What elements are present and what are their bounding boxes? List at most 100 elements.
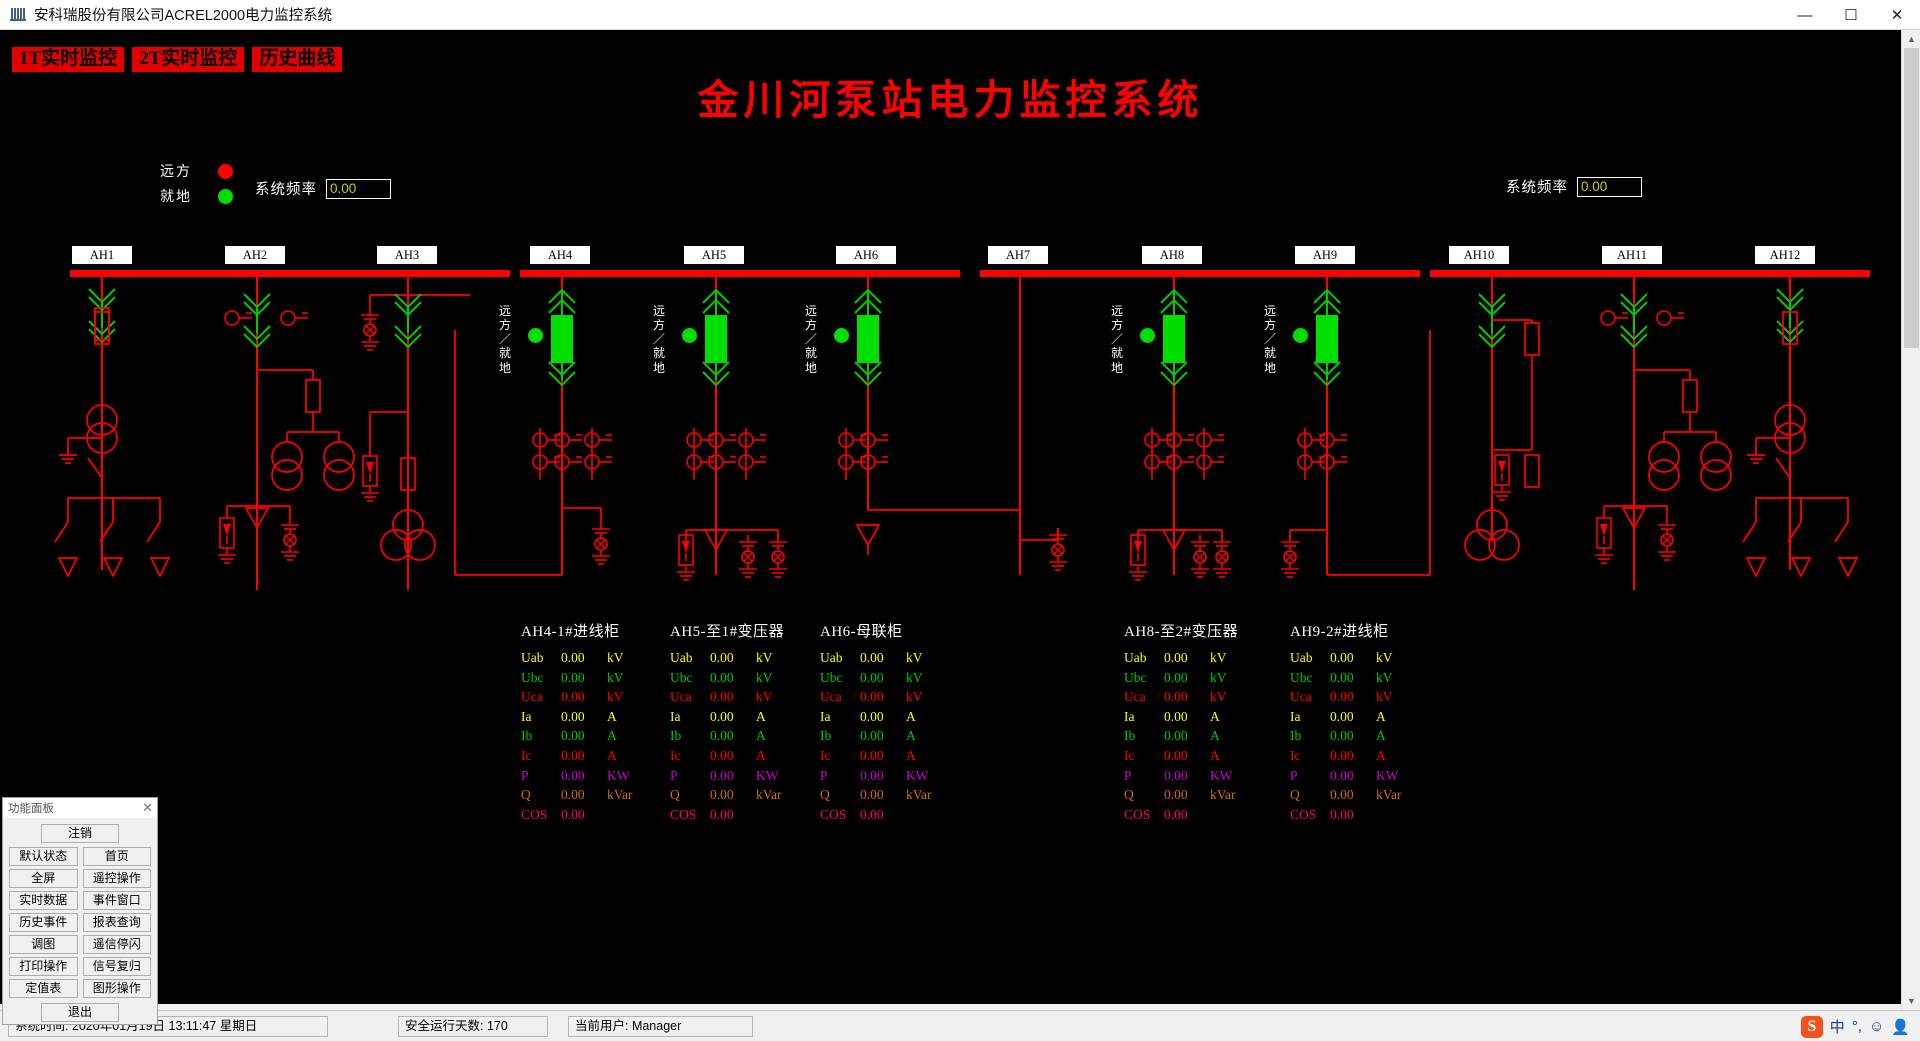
signal-reset-button[interactable]: 信号复归 xyxy=(82,957,151,976)
remote-control-button[interactable]: 遥控操作 xyxy=(82,869,151,888)
measure-key: Q xyxy=(820,787,830,803)
measure-row-ia: Ia 0.00 A xyxy=(1124,709,1238,729)
realtime-data-button[interactable]: 实时数据 xyxy=(9,891,78,910)
exit-button-wrap: 退出 xyxy=(9,1003,151,1022)
history-events-button[interactable]: 历史事件 xyxy=(9,913,78,932)
bay-ah4[interactable] xyxy=(454,273,613,576)
measure-row-cos: COS 0.00 xyxy=(820,807,932,827)
measure-row-uab: Uab 0.00 kV xyxy=(1290,650,1402,670)
bay-ah12[interactable] xyxy=(1742,273,1858,577)
measure-unit: kV xyxy=(906,689,923,705)
measure-unit: kV xyxy=(1210,650,1227,665)
measure-unit: kV xyxy=(1210,689,1227,705)
measure-key: Ic xyxy=(1290,747,1301,763)
fullscreen-button[interactable]: 全屏 xyxy=(9,869,78,888)
measure-unit: A xyxy=(607,708,617,724)
measure-row-q: Q 0.00 kVar xyxy=(1124,787,1238,807)
bay-ah9[interactable] xyxy=(1280,273,1431,578)
measure-value: 0.00 xyxy=(860,689,884,705)
sogou-ime-icon[interactable]: S xyxy=(1800,1015,1823,1038)
measure-value: 0.00 xyxy=(860,747,884,763)
measure-value: 0.00 xyxy=(1330,689,1354,705)
adjust-diagram-button[interactable]: 调图 xyxy=(9,935,78,954)
measure-row-uab: Uab 0.00 kV xyxy=(670,650,784,670)
measure-key: Uca xyxy=(521,689,543,705)
setting-table-button[interactable]: 定值表 xyxy=(9,979,78,998)
measure-value: 0.00 xyxy=(710,747,734,763)
breaker-indicator-ah5[interactable] xyxy=(682,328,697,343)
emoji-icon[interactable]: ☺ xyxy=(1869,1018,1884,1035)
panel-title: AH4-1#进线柜 xyxy=(521,624,620,640)
measure-key: Ubc xyxy=(1124,669,1147,685)
measure-row-ia: Ia 0.00 A xyxy=(670,709,784,729)
punctuation-icon[interactable]: °, xyxy=(1852,1018,1862,1035)
measure-unit: KW xyxy=(756,767,779,783)
measure-value: 0.00 xyxy=(860,806,884,822)
scroll-down-arrow[interactable]: ▼ xyxy=(1902,992,1920,1010)
bay-ah2[interactable] xyxy=(217,273,355,590)
tab-history-curve[interactable]: 历史曲线 xyxy=(252,47,343,72)
measure-unit: A xyxy=(1376,728,1386,744)
breaker-indicator-ah4[interactable] xyxy=(528,328,543,343)
exit-button[interactable]: 退出 xyxy=(41,1003,119,1022)
breaker-symbol-ah4[interactable] xyxy=(551,315,573,363)
vertical-scrollbar[interactable]: ▲ ▼ xyxy=(1901,30,1920,1010)
bay-ah3[interactable] xyxy=(360,273,470,590)
bay-ah10[interactable] xyxy=(1464,273,1540,561)
default-state-button[interactable]: 默认状态 xyxy=(9,847,78,866)
measure-unit: A xyxy=(607,728,617,744)
measure-key: Uca xyxy=(670,689,692,705)
graphic-operation-button[interactable]: 图形操作 xyxy=(82,979,151,998)
breaker-symbol-ah8[interactable] xyxy=(1163,315,1185,363)
bay-ah7[interactable] xyxy=(1019,273,1068,575)
measure-key: Uab xyxy=(1124,650,1147,665)
breaker-indicator-ah8[interactable] xyxy=(1140,328,1155,343)
measure-value: 0.00 xyxy=(1164,747,1188,763)
measure-unit: kV xyxy=(756,669,773,685)
measurement-panel-ah5: AH5-至1#变压器 Uab 0.00 kV Ubc 0.00 kV Uca 0.00 kV… xyxy=(670,620,784,826)
scroll-up-arrow[interactable]: ▲ xyxy=(1902,30,1920,48)
close-button[interactable]: ✕ xyxy=(1874,0,1920,30)
event-window-button[interactable]: 事件窗口 xyxy=(82,891,151,910)
remote-local-label-ah6: 远方／就地 xyxy=(804,304,817,375)
function-panel-window[interactable]: 功能面板 ✕ 注销 默认状态 首页 全屏 遥控操作 实时数据 事件窗口 历史事件… xyxy=(2,797,158,1025)
ime-mode-icon[interactable]: 中 xyxy=(1830,1016,1845,1037)
print-operation-button[interactable]: 打印操作 xyxy=(9,957,78,976)
breaker-indicator-ah9[interactable] xyxy=(1293,328,1308,343)
minimize-button[interactable]: — xyxy=(1782,0,1828,30)
breaker-symbol-ah9[interactable] xyxy=(1316,315,1338,363)
measure-value: 0.00 xyxy=(710,728,734,744)
report-query-button[interactable]: 报表查询 xyxy=(82,913,151,932)
measurement-panel-ah6: AH6-母联柜 Uab 0.00 kV Ubc 0.00 kV Uca 0.00 kV Ia… xyxy=(820,620,932,826)
measure-key: P xyxy=(1124,767,1132,783)
measure-key: Ib xyxy=(1124,728,1136,744)
measure-key: Uab xyxy=(1290,650,1313,665)
app-icon xyxy=(10,7,26,22)
tab-1t-realtime[interactable]: 1T实时监控 xyxy=(12,47,125,72)
breaker-indicator-ah6[interactable] xyxy=(834,328,849,343)
measure-unit: kVar xyxy=(756,787,782,803)
tab-2t-realtime[interactable]: 2T实时监控 xyxy=(132,47,245,72)
measure-value: 0.00 xyxy=(1330,708,1354,724)
measure-key: Uca xyxy=(820,689,842,705)
measure-row-q: Q 0.00 kVar xyxy=(1290,787,1402,807)
bay-ah5[interactable] xyxy=(676,273,788,581)
logout-button[interactable]: 注销 xyxy=(41,824,119,843)
home-page-button[interactable]: 首页 xyxy=(82,847,151,866)
breaker-symbol-ah6[interactable] xyxy=(857,315,879,363)
bay-ah11[interactable] xyxy=(1594,273,1732,590)
measure-value: 0.00 xyxy=(561,689,585,705)
measure-unit: kV xyxy=(906,669,923,685)
measure-unit: kV xyxy=(607,689,624,705)
user-badge-icon[interactable]: 👤 xyxy=(1891,1018,1910,1036)
measure-key: Ubc xyxy=(670,669,693,685)
measure-row-uca: Uca 0.00 kV xyxy=(1290,689,1402,709)
maximize-button[interactable]: ☐ xyxy=(1828,0,1874,30)
stop-flashing-button[interactable]: 遥信停闪 xyxy=(82,935,151,954)
close-icon[interactable]: ✕ xyxy=(142,801,153,814)
measure-key: Ia xyxy=(1290,708,1301,724)
scrollbar-thumb[interactable] xyxy=(1904,48,1919,348)
bay-ah1[interactable] xyxy=(54,273,170,577)
measure-value: 0.00 xyxy=(561,806,585,822)
breaker-symbol-ah5[interactable] xyxy=(705,315,727,363)
